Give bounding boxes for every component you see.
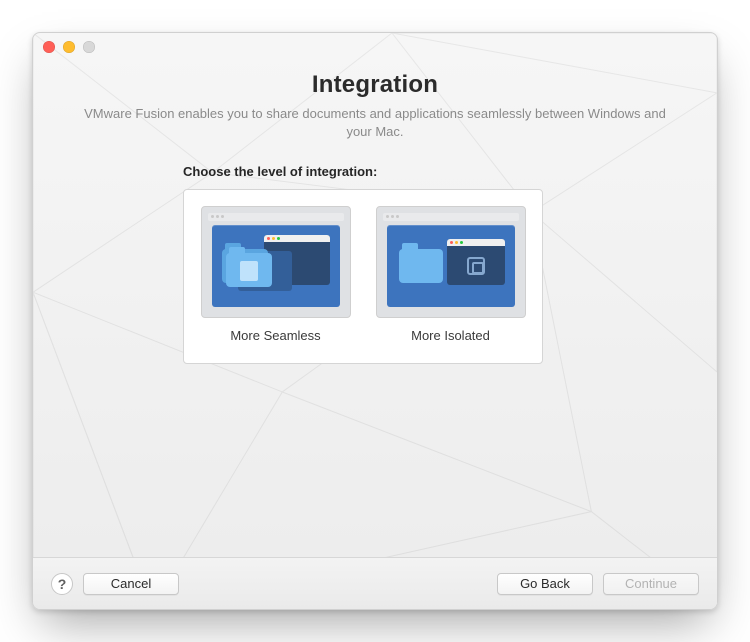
- option-more-isolated[interactable]: More Isolated: [373, 204, 528, 345]
- minimize-icon[interactable]: [63, 41, 75, 53]
- installer-window: Integration VMware Fusion enables you to…: [32, 32, 718, 610]
- maximize-icon: [83, 41, 95, 53]
- go-back-button[interactable]: Go Back: [497, 573, 593, 595]
- section-label: Choose the level of integration:: [183, 164, 677, 179]
- titlebar: [33, 33, 717, 61]
- isolated-thumbnail: [376, 206, 526, 318]
- cancel-button[interactable]: Cancel: [83, 573, 179, 595]
- continue-button: Continue: [603, 573, 699, 595]
- page-subtitle: VMware Fusion enables you to share docum…: [83, 105, 667, 140]
- header: Integration VMware Fusion enables you to…: [33, 61, 717, 154]
- option-more-seamless[interactable]: More Seamless: [198, 204, 353, 345]
- option-label: More Isolated: [411, 328, 490, 343]
- content: Choose the level of integration: More Se…: [33, 154, 717, 557]
- page-title: Integration: [83, 71, 667, 99]
- integration-options: More Seamless More Isolated: [183, 189, 543, 364]
- footer: ? Cancel Go Back Continue: [33, 557, 717, 609]
- help-button[interactable]: ?: [51, 573, 73, 595]
- seamless-thumbnail: [201, 206, 351, 318]
- close-icon[interactable]: [43, 41, 55, 53]
- option-label: More Seamless: [230, 328, 320, 343]
